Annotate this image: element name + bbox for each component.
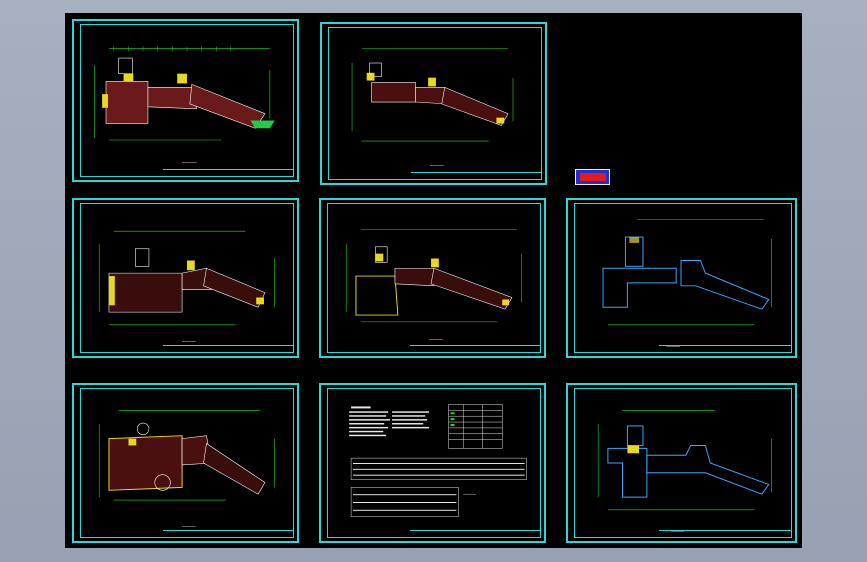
floor-plan-7 bbox=[597, 410, 772, 532]
drawing-sheet-7[interactable] bbox=[319, 383, 546, 543]
drawing-canvas[interactable] bbox=[65, 13, 802, 548]
drawing-sheet-1[interactable] bbox=[72, 19, 299, 182]
title-block bbox=[658, 345, 792, 353]
drawing-sheet-4[interactable] bbox=[319, 198, 546, 358]
notes-and-schedules bbox=[349, 404, 527, 517]
floor-plan-3 bbox=[98, 230, 276, 342]
floor-plan-1 bbox=[94, 46, 275, 163]
title-block bbox=[411, 172, 542, 180]
title-block bbox=[163, 345, 294, 353]
floor-plan-6 bbox=[98, 410, 276, 527]
drawing-sheet-3[interactable] bbox=[72, 198, 299, 358]
floor-plan-4 bbox=[345, 228, 523, 340]
drawing-sheet-5[interactable] bbox=[566, 198, 797, 358]
title-block bbox=[658, 530, 792, 538]
title-block bbox=[163, 169, 294, 177]
floor-plan-5 bbox=[602, 219, 772, 347]
title-block bbox=[410, 345, 541, 353]
drawing-sheet-2[interactable] bbox=[320, 22, 547, 185]
title-block bbox=[163, 530, 294, 538]
floor-plan-2 bbox=[351, 48, 514, 166]
title-block bbox=[410, 530, 541, 538]
drawing-sheet-8[interactable] bbox=[566, 383, 797, 543]
drawing-sheet-6[interactable] bbox=[72, 383, 299, 543]
legend-swatch bbox=[575, 169, 610, 185]
